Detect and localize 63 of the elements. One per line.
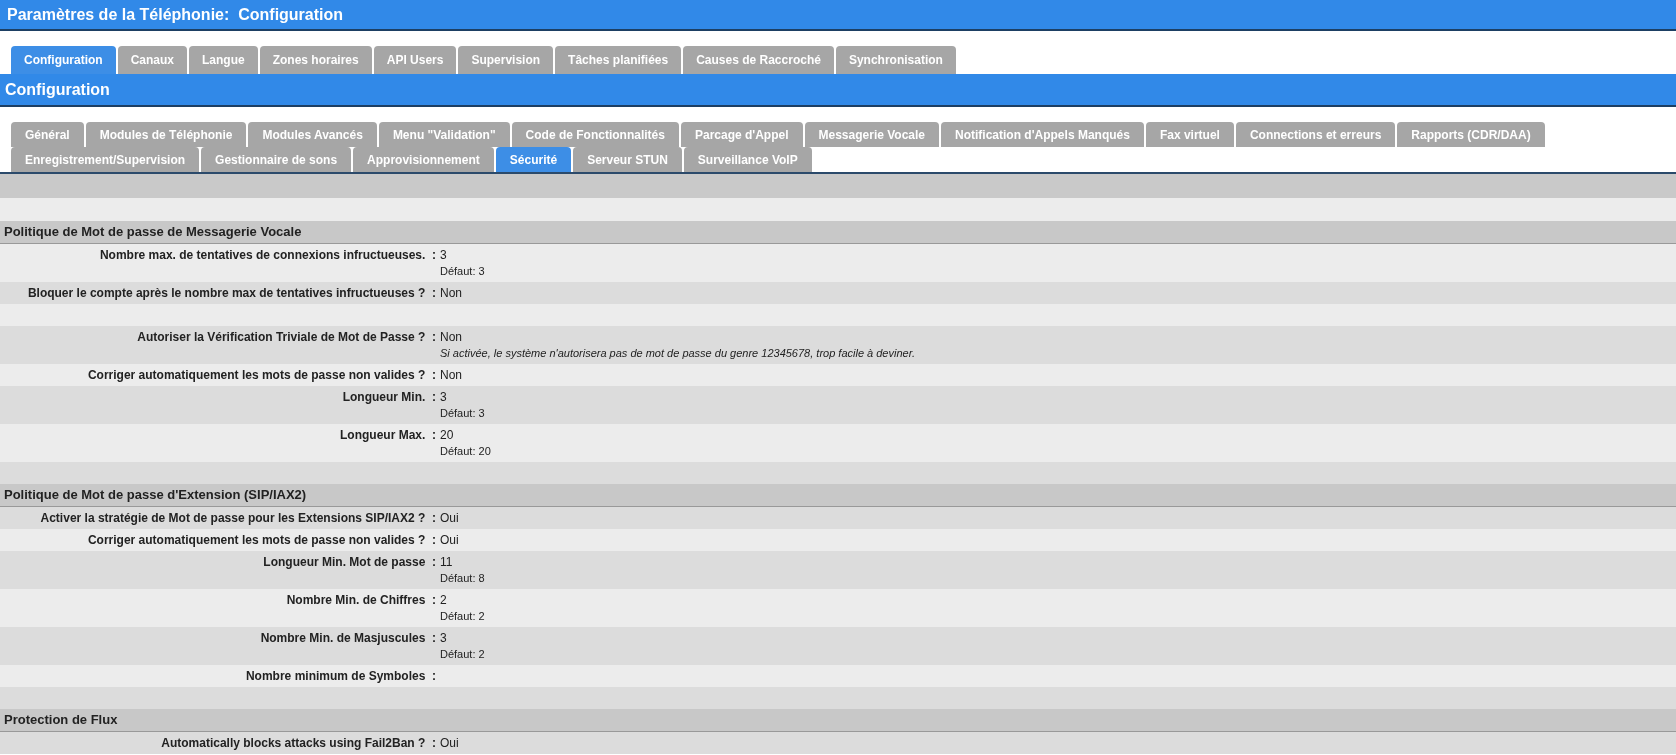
tab[interactable]: Général <box>11 122 84 147</box>
tab[interactable]: Canaux <box>117 46 187 74</box>
default-hint: Défaut: 3 <box>440 264 485 279</box>
tab[interactable]: Configuration <box>11 46 116 74</box>
tab[interactable]: Zones horaires <box>259 46 372 74</box>
tab[interactable]: Synchronisation <box>835 46 956 74</box>
field-value: 2 <box>440 592 447 608</box>
field-value: 20 <box>440 427 454 443</box>
tab[interactable]: Rapports (CDR/DAA) <box>1397 122 1545 147</box>
tab[interactable]: Enregistrement/Supervision <box>11 147 200 172</box>
tab[interactable]: Gestionnaire de sons <box>201 147 352 172</box>
default-hint: Défaut: 2 <box>440 609 485 624</box>
tab[interactable]: Modules de Téléphonie <box>85 122 247 147</box>
field-value: Oui <box>440 532 459 548</box>
tab[interactable]: Menu "Validation" <box>378 122 510 147</box>
field-label: Nombre max. de tentatives de connexions infructueuses. : <box>98 247 436 264</box>
field-label: Longueur Max. : <box>339 427 436 444</box>
panel-title: Configuration <box>4 80 111 100</box>
field-value: 3 <box>440 389 447 405</box>
tab[interactable]: API Users <box>373 46 457 74</box>
field-value: Oui <box>440 735 459 751</box>
window-title: Paramètres de la Téléphonie: Configuration <box>6 5 345 25</box>
field-label: Automatically blocks attacks using Fail2Ban ? : <box>160 735 436 751</box>
tab[interactable]: Approvisionnement <box>353 147 494 172</box>
tab[interactable]: Supervision <box>458 46 554 74</box>
default-hint: Défaut: 2 <box>440 647 485 662</box>
field-label: Bloquer le compte après le nombre max de tentatives infructueuses ? : <box>26 285 436 301</box>
field-value: Non <box>440 367 462 383</box>
tab[interactable]: Fax virtuel <box>1145 122 1234 147</box>
tab[interactable]: Surveillance VoIP <box>683 147 812 172</box>
field-label: Autoriser la Vérification Triviale de Mot de Passe ? : <box>136 329 436 346</box>
default-hint: Défaut: 3 <box>440 406 485 421</box>
tab[interactable]: Tâches planifiées <box>555 46 682 74</box>
tab[interactable]: Code de Fonctionnalités <box>511 122 679 147</box>
field-value: Non <box>440 329 462 345</box>
field-label: Nombre minimum de Symboles : <box>244 668 436 684</box>
field-value: Oui <box>440 510 459 526</box>
field-label: Longueur Min. Mot de passe : <box>262 554 436 571</box>
field-label: Longueur Min. : <box>341 389 436 406</box>
default-hint: Défaut: 20 <box>440 444 491 459</box>
field-label: Corriger automatiquement les mots de passe non valides ? : <box>86 367 436 383</box>
tab[interactable]: Parcage d'Appel <box>680 122 803 147</box>
tab[interactable]: Langue <box>189 46 258 74</box>
section-heading: Protection de Flux <box>0 709 1676 732</box>
tab[interactable]: Sécurité <box>495 147 572 172</box>
field-label: Nombre Min. de Chiffres : <box>285 592 436 609</box>
tab[interactable]: Causes de Raccroché <box>683 46 834 74</box>
field-value: 3 <box>440 247 447 263</box>
field-label: Corriger automatiquement les mots de passe non valides ? : <box>86 532 436 548</box>
field-value: 3 <box>440 630 447 646</box>
default-hint: Défaut: 8 <box>440 571 485 586</box>
tab[interactable]: Messagerie Vocale <box>804 122 940 147</box>
tab[interactable]: Notification d'Appels Manqués <box>941 122 1144 147</box>
field-note: Si activée, le système n'autorisera pas de mot de passe du genre 12345678, trop facile à deviner. <box>440 346 915 361</box>
section-heading: Politique de Mot de passe de Messagerie Vocale <box>0 221 1676 244</box>
section-heading: Politique de Mot de passe d'Extension (SIP/IAX2) <box>0 484 1676 507</box>
tab[interactable]: Modules Avancés <box>248 122 377 147</box>
field-value: Non <box>440 285 462 301</box>
field-value: 11 <box>440 554 453 570</box>
tab[interactable]: Connections et erreurs <box>1235 122 1396 147</box>
field-label: Nombre Min. de Masjuscules : <box>259 630 436 647</box>
tab[interactable]: Serveur STUN <box>573 147 682 172</box>
field-label: Activer la stratégie de Mot de passe pour les Extensions SIP/IAX2 ? : <box>39 510 436 526</box>
